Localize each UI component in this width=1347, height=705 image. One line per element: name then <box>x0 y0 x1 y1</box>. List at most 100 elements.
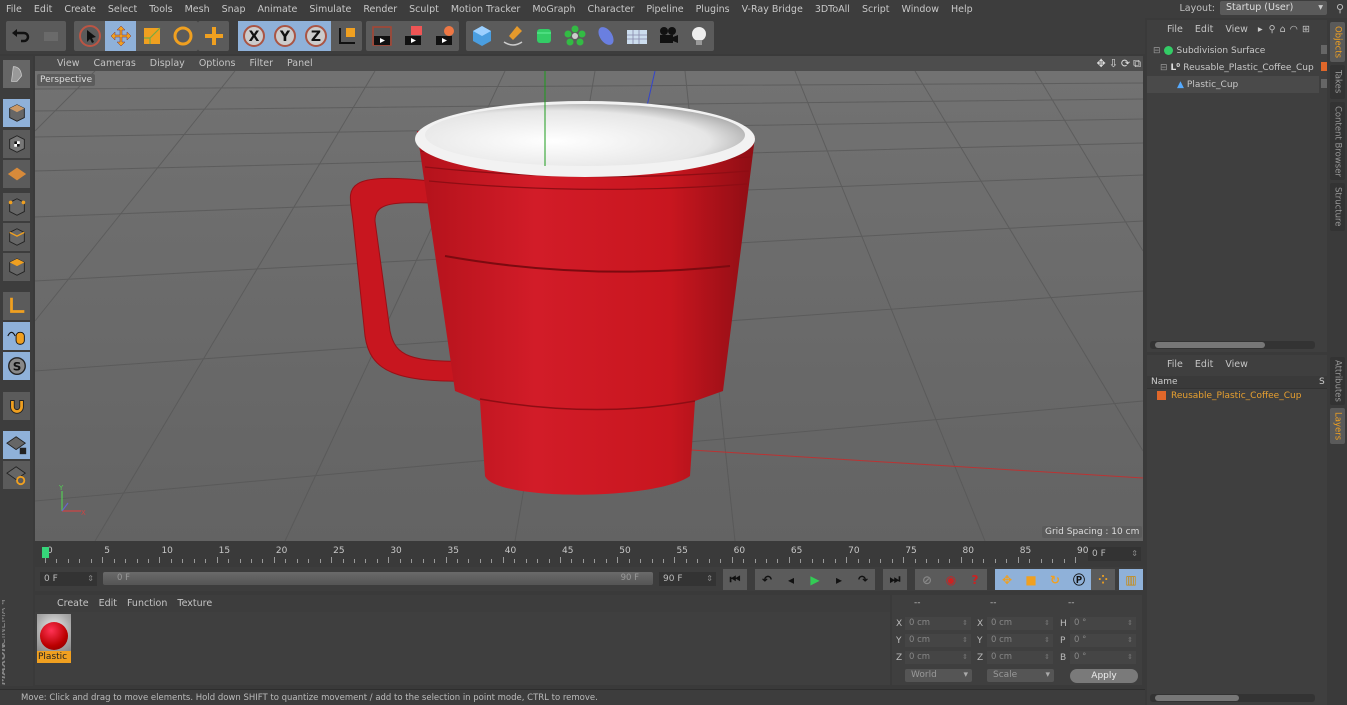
size-z-field[interactable]: 0 cm <box>987 651 1053 664</box>
redo-button[interactable] <box>36 21 66 51</box>
axis-mode-button[interactable] <box>3 292 30 320</box>
subdivision-button[interactable] <box>528 21 559 51</box>
recent-tool-button[interactable] <box>198 21 229 51</box>
workplane-mode-button[interactable] <box>3 160 30 188</box>
pen-button[interactable] <box>497 21 528 51</box>
viewport-menu-panel[interactable]: Panel <box>280 58 320 69</box>
keyframe-help-button[interactable]: ? <box>963 569 987 590</box>
edges-mode-button[interactable] <box>3 223 30 251</box>
material-menu-create[interactable]: Create <box>35 598 94 609</box>
render-settings-button[interactable] <box>428 21 459 51</box>
tab-attributes[interactable]: Attributes <box>1330 357 1345 405</box>
light-button[interactable] <box>683 21 714 51</box>
material-menu-function[interactable]: Function <box>122 598 172 609</box>
apply-button[interactable]: Apply <box>1070 669 1138 683</box>
cloner-button[interactable] <box>559 21 590 51</box>
obj-menu-file[interactable]: File <box>1161 24 1189 35</box>
key-parameter-button[interactable]: Ⓟ <box>1067 569 1091 590</box>
menu-3dtoall[interactable]: 3DToAll <box>809 4 856 15</box>
solo-column-header[interactable]: S <box>1319 377 1325 387</box>
size-x-field[interactable]: 0 cm <box>987 617 1053 630</box>
obj-menu-edit[interactable]: Edit <box>1189 24 1219 35</box>
tab-takes[interactable]: Takes <box>1330 65 1345 99</box>
menu-vray-bridge[interactable]: V-Ray Bridge <box>736 4 809 15</box>
dolly-icon[interactable]: ⇩ <box>1109 57 1118 71</box>
transform-mode-dropdown[interactable]: Scale <box>987 669 1054 682</box>
viewport-menu-cameras[interactable]: Cameras <box>87 58 143 69</box>
texture-mode-button[interactable] <box>3 130 30 158</box>
obj-menu-view[interactable]: View <box>1219 24 1254 35</box>
menu-edit[interactable]: Edit <box>28 4 58 15</box>
key-pla-button[interactable]: ⁘ <box>1091 569 1115 590</box>
locked-workplane-button[interactable] <box>3 461 30 489</box>
viewport-menu-options[interactable]: Options <box>192 58 243 69</box>
floor-button[interactable] <box>621 21 652 51</box>
material-menu-texture[interactable]: Texture <box>172 598 217 609</box>
visibility-toggle[interactable] <box>1321 79 1327 88</box>
layer-menu-file[interactable]: File <box>1161 359 1189 370</box>
menu-file[interactable]: File <box>0 4 28 15</box>
menu-create[interactable]: Create <box>58 4 102 15</box>
scale-button[interactable] <box>136 21 167 51</box>
next-frame-button[interactable]: ▸ <box>827 569 851 590</box>
menu-window[interactable]: Window <box>896 4 945 15</box>
prev-frame-button[interactable]: ◂ <box>779 569 803 590</box>
timeline[interactable]: 0 5 10 15 20 25 30 35 40 45 50 55 60 65 70 75 80 85 90 <box>35 543 1143 567</box>
record-keys-button[interactable]: ⊘ <box>915 569 939 590</box>
menu-select[interactable]: Select <box>102 4 143 15</box>
playhead[interactable] <box>42 547 49 558</box>
tab-objects[interactable]: Objects <box>1330 22 1345 62</box>
menu-render[interactable]: Render <box>357 4 403 15</box>
object-row[interactable]: ⊟ L⁰ Reusable_Plastic_Coffee_Cup <box>1147 59 1319 76</box>
autokey-button[interactable]: ◉ <box>939 569 963 590</box>
coordinate-mode-dropdown[interactable]: World <box>905 669 972 682</box>
rotate-button[interactable] <box>167 21 198 51</box>
goto-end-button[interactable]: ⏭ <box>883 569 907 590</box>
material-plastic[interactable]: Plastic <box>37 614 71 663</box>
expand-arrow-icon[interactable]: ▸ <box>1254 24 1267 35</box>
camera-button[interactable] <box>652 21 683 51</box>
menu-help[interactable]: Help <box>945 4 979 15</box>
menu-mesh[interactable]: Mesh <box>179 4 216 15</box>
rot-h-field[interactable]: 0 ° <box>1070 617 1136 630</box>
goto-start-button[interactable]: ⏮ <box>723 569 747 590</box>
maximize-view-icon[interactable]: ⧉ <box>1133 57 1141 71</box>
points-mode-button[interactable] <box>3 193 30 221</box>
pos-y-field[interactable]: 0 cm <box>905 634 971 647</box>
key-rotation-button[interactable]: ↻ <box>1043 569 1067 590</box>
undo-button[interactable] <box>6 21 36 51</box>
rot-b-field[interactable]: 0 ° <box>1070 651 1136 664</box>
name-column-header[interactable]: Name <box>1151 377 1178 387</box>
visibility-toggle[interactable] <box>1321 45 1327 54</box>
layer-menu-view[interactable]: View <box>1219 359 1254 370</box>
menu-plugins[interactable]: Plugins <box>690 4 736 15</box>
menu-script[interactable]: Script <box>856 4 896 15</box>
viewport-menu-filter[interactable]: Filter <box>242 58 280 69</box>
object-row[interactable]: ⊟ Subdivision Surface <box>1147 42 1319 59</box>
start-frame-field[interactable]: 0 F <box>40 572 97 586</box>
timeline-window-button[interactable]: ▥ <box>1119 569 1143 590</box>
menu-tools[interactable]: Tools <box>143 4 178 15</box>
menu-snap[interactable]: Snap <box>216 4 252 15</box>
coordinate-system-button[interactable] <box>331 21 362 51</box>
pan-icon[interactable]: ✥ <box>1096 57 1105 71</box>
pos-z-field[interactable]: 0 cm <box>905 651 971 664</box>
workplane-lock-button[interactable] <box>3 431 30 459</box>
menu-simulate[interactable]: Simulate <box>303 4 357 15</box>
collapse-icon[interactable]: ⊟ <box>1153 46 1161 56</box>
render-view-button[interactable] <box>366 21 397 51</box>
layer-color-swatch[interactable] <box>1157 391 1166 400</box>
z-axis-button[interactable]: Z <box>300 21 331 51</box>
move-button[interactable] <box>105 21 136 51</box>
menu-mograph[interactable]: MoGraph <box>526 4 581 15</box>
viewport-menu-display[interactable]: Display <box>143 58 192 69</box>
deformer-button[interactable] <box>590 21 621 51</box>
play-button[interactable]: ▶ <box>803 569 827 590</box>
model-mode-button[interactable] <box>3 99 30 127</box>
tweak-mode-button[interactable] <box>3 322 30 350</box>
layer-scrollbar[interactable] <box>1150 694 1315 702</box>
live-selection-button[interactable] <box>74 21 105 51</box>
material-menu-edit[interactable]: Edit <box>94 598 122 609</box>
frame-range-slider[interactable]: 0 F 90 F <box>103 572 653 585</box>
eye-icon[interactable]: ◠ <box>1288 24 1300 35</box>
